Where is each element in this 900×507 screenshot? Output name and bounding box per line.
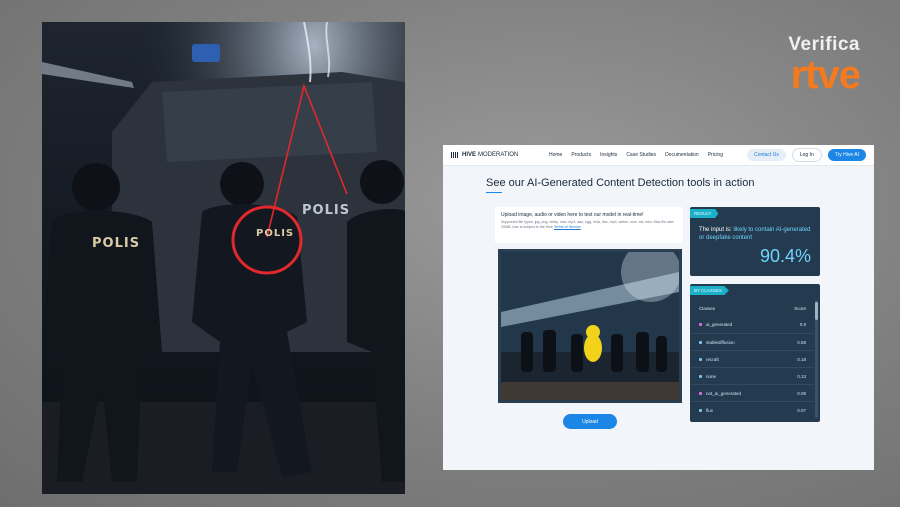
class-color-swatch: [699, 374, 702, 378]
classes-column-header: Classes: [699, 306, 716, 311]
verifica-rtve-logo: Verifica rtve: [788, 34, 861, 97]
contact-us-button[interactable]: Contact Us: [747, 149, 786, 161]
classes-list: ai_generated 0.9 stablediffusion 0.58 re…: [690, 316, 814, 418]
try-hive-button[interactable]: Try Hive AI: [827, 149, 866, 161]
result-verdict: The input is: likely to contain AI-gener…: [699, 226, 811, 242]
upload-info-card: Upload image, audio or video here to tes…: [495, 207, 683, 243]
class-score: 0.58: [797, 339, 806, 345]
class-score: 0.07: [797, 407, 806, 413]
hive-moderation-screenshot: HIVE MODERATION Home Products Insights C…: [443, 145, 874, 470]
verdict-prefix: The input is:: [699, 227, 732, 233]
result-card: RESULT The input is: likely to contain A…: [690, 207, 820, 276]
class-row: stablediffusion 0.58: [690, 333, 814, 350]
class-name: ai_generated: [706, 322, 733, 327]
vest-label-left: POLIS: [92, 236, 141, 251]
scrollbar-thumb[interactable]: [815, 302, 818, 320]
riot-scene-illustration: [42, 22, 405, 494]
vehicle-label: POLIS: [302, 203, 351, 218]
login-button[interactable]: Log In: [791, 148, 822, 162]
class-name: none: [706, 373, 717, 379]
hive-logo-bold: HIVE: [462, 152, 477, 158]
classes-tag: BY CLASSES: [690, 286, 729, 295]
class-score: 0.9: [799, 322, 806, 327]
class-row: flux 0.07: [690, 401, 814, 418]
riot-police-photo: POLIS POLIS POLIS: [42, 22, 405, 494]
hive-logo-icon: [451, 152, 459, 158]
result-tag: RESULT: [690, 209, 719, 218]
result-score: 90.4%: [759, 246, 811, 266]
class-row: none 0.13: [690, 367, 814, 384]
class-row: ai_generated 0.9: [690, 316, 814, 333]
nav-home[interactable]: Home: [549, 152, 562, 158]
class-row: recraft 0.18: [690, 350, 814, 367]
title-underline: [486, 192, 502, 193]
page-title: See our AI-Generated Content Detection t…: [486, 177, 755, 189]
siren-light: [192, 44, 220, 62]
nav-insights[interactable]: Insights: [600, 152, 617, 158]
nav-products[interactable]: Products: [571, 152, 591, 158]
class-color-swatch: [699, 391, 702, 395]
class-score: 0.13: [797, 373, 806, 379]
class-score: 0.09: [797, 390, 806, 396]
class-row: not_ai_generated 0.09: [690, 384, 814, 401]
upload-title: Upload image, audio or video here to tes…: [501, 212, 644, 218]
score-column-header: Score: [794, 306, 806, 311]
class-score: 0.18: [797, 356, 806, 362]
terms-link[interactable]: Terms of Service: [554, 225, 581, 229]
hive-nav-links: Home Products Insights Case Studies Docu…: [549, 152, 741, 158]
class-name: not_ai_generated: [706, 390, 742, 396]
upload-instructions: Supported file types: jpg, png, webp, wa…: [501, 220, 677, 229]
brand-rtve: rtve: [790, 53, 861, 97]
class-name: recraft: [706, 356, 719, 362]
class-color-swatch: [699, 357, 702, 361]
hive-logo-thin: MODERATION: [478, 152, 519, 158]
hive-navbar: HIVE MODERATION Home Products Insights C…: [443, 145, 874, 166]
upload-instructions-text: Supported file types: jpg, png, webp, wa…: [501, 220, 675, 229]
class-color-swatch: [699, 408, 702, 412]
class-name: stablediffusion: [706, 339, 735, 345]
upload-button[interactable]: Upload: [563, 414, 617, 429]
class-color-swatch: [699, 340, 702, 344]
nav-case-studies[interactable]: Case Studies: [626, 152, 656, 158]
nav-documentation[interactable]: Documentation: [665, 152, 699, 158]
preview-scene: [501, 252, 679, 400]
classes-header: Classes Score: [699, 306, 806, 311]
classes-scrollbar[interactable]: [815, 300, 818, 418]
class-color-swatch: [699, 323, 702, 326]
hive-logo[interactable]: HIVE MODERATION: [451, 152, 541, 158]
classes-card: BY CLASSES Classes Score ai_generated 0.…: [690, 284, 820, 422]
nav-pricing[interactable]: Pricing: [708, 152, 723, 158]
class-name: flux: [706, 407, 714, 413]
vest-label-middle: POLIS: [256, 228, 295, 239]
uploaded-image-preview: [498, 249, 682, 403]
